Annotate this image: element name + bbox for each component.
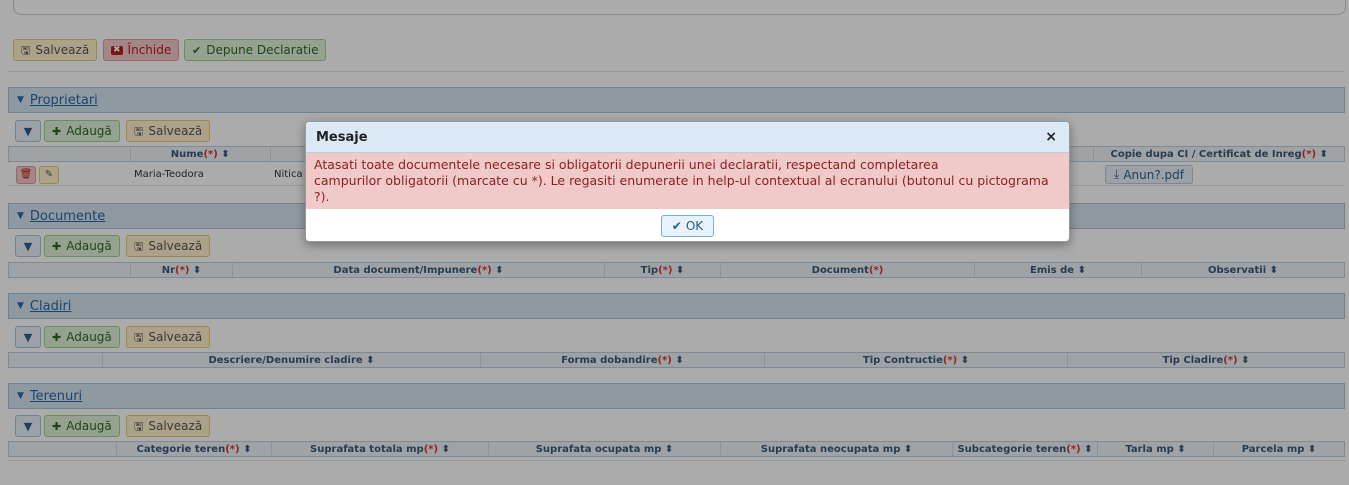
dialog-title: Mesaje bbox=[316, 129, 368, 145]
error-message: Atasati toate documentele necesare si ob… bbox=[306, 153, 1069, 209]
check-icon: ✔ bbox=[671, 219, 682, 233]
modal-backdrop[interactable] bbox=[0, 0, 1349, 485]
dialog-header: Mesaje × bbox=[306, 122, 1069, 153]
error-message-line: Atasati toate documentele necesare si ob… bbox=[314, 157, 939, 172]
close-icon[interactable]: × bbox=[1045, 129, 1057, 145]
message-dialog: Mesaje × Atasati toate documentele neces… bbox=[305, 121, 1070, 242]
error-message-line: campurilor obligatorii (marcate cu *). L… bbox=[314, 173, 1049, 204]
ok-button[interactable]: ✔ OK bbox=[660, 215, 715, 237]
dialog-footer: ✔ OK bbox=[306, 209, 1069, 237]
